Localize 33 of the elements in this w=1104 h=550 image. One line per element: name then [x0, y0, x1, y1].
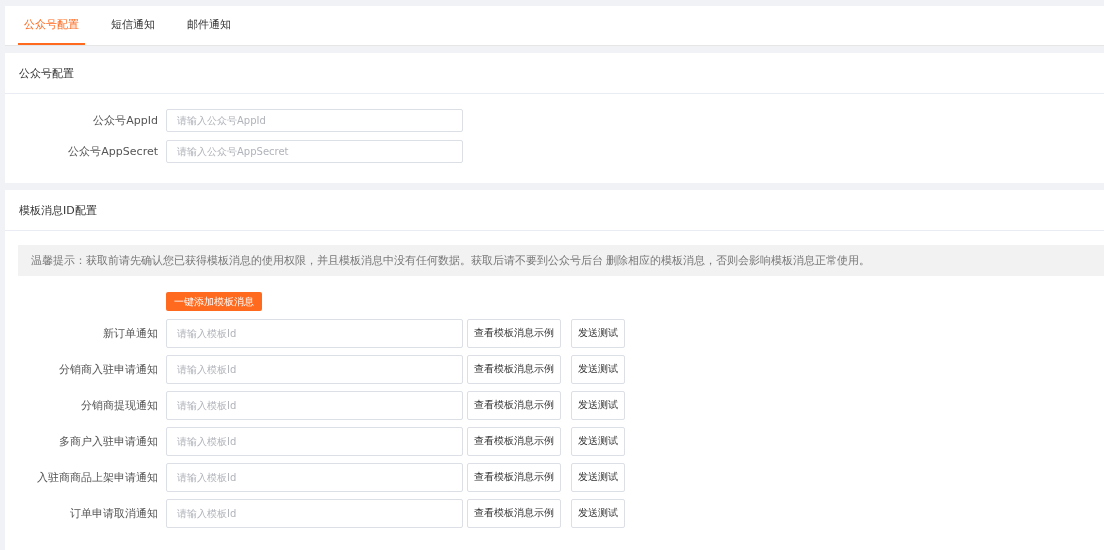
field-label: 公众号AppSecret: [67, 144, 159, 159]
tab[interactable]: 邮件通知: [181, 6, 237, 45]
test-button[interactable]: 发送测试: [571, 390, 625, 420]
input-field[interactable]: 请输入模板Id: [166, 426, 463, 456]
field-label: 分销商提现通知: [80, 397, 159, 413]
test-button[interactable]: 发送测试: [571, 498, 625, 528]
tab[interactable]: 短信通知: [105, 6, 161, 45]
field-label: 新订单通知: [102, 325, 159, 341]
example-button[interactable]: 查看模板消息示例: [467, 318, 561, 348]
input-field[interactable]: 请输入模板Id: [166, 462, 463, 492]
section-title: 公众号配置: [19, 65, 74, 81]
input-field[interactable]: 请输入模板Id: [166, 498, 463, 528]
test-button[interactable]: 发送测试: [571, 354, 625, 384]
example-button[interactable]: 查看模板消息示例: [467, 426, 561, 456]
input-field[interactable]: 请输入模板Id: [166, 354, 463, 384]
example-button[interactable]: 查看模板消息示例: [467, 498, 561, 528]
input-field[interactable]: 请输入公众号AppId: [166, 109, 463, 132]
input-field[interactable]: 请输入公众号AppSecret: [166, 140, 463, 163]
field-label: 入驻商商品上架申请通知: [36, 469, 159, 485]
field-label: 订单申请取消通知: [69, 505, 159, 521]
input-field[interactable]: 请输入模板Id: [166, 318, 463, 348]
test-button[interactable]: 发送测试: [571, 318, 625, 348]
example-button[interactable]: 查看模板消息示例: [467, 354, 561, 384]
input-field[interactable]: 请输入模板Id: [166, 390, 463, 420]
notice-text: 温馨提示：获取前请先确认您已获得模板消息的使用权限，并且模板消息中没有任何数据。获取后请不要到公众号后台 删除相应的模板消息，否则会影响模板消息正常使用。: [18, 245, 1104, 276]
field-label: 多商户入驻申请通知: [58, 433, 159, 449]
field-label: 公众号AppId: [92, 113, 159, 128]
example-button[interactable]: 查看模板消息示例: [467, 462, 561, 492]
example-button[interactable]: 查看模板消息示例: [467, 390, 561, 420]
field-label: 分销商入驻申请通知: [58, 361, 159, 377]
test-button[interactable]: 发送测试: [571, 426, 625, 456]
section-title: 模板消息ID配置: [19, 202, 97, 218]
test-button[interactable]: 发送测试: [571, 462, 625, 492]
